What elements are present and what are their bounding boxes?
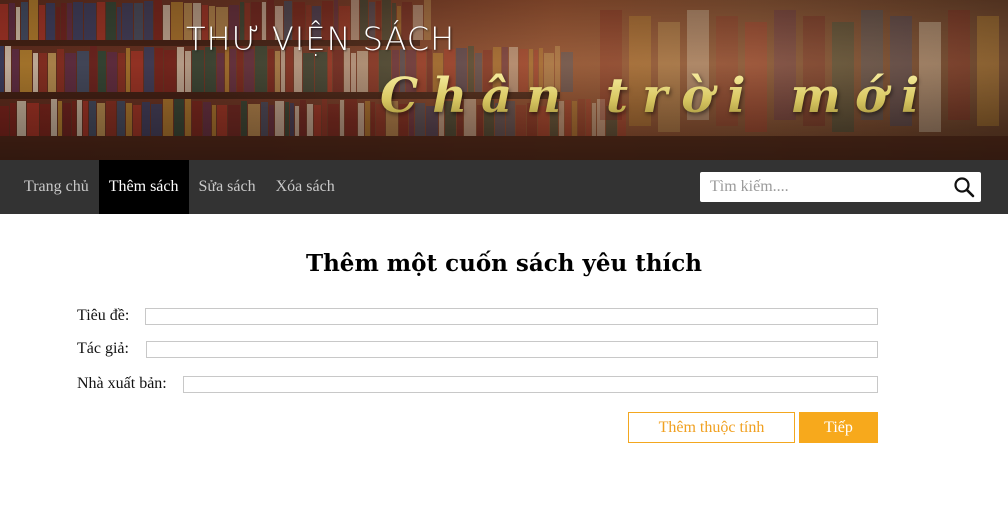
search-icon: [954, 177, 975, 198]
add-attribute-button[interactable]: Thêm thuộc tính: [628, 412, 795, 443]
publisher-label: Nhà xuất bản:: [77, 375, 167, 392]
header-banner: THƯ VIỆN SÁCH Chân trời mới: [0, 0, 1008, 160]
search-input[interactable]: [700, 172, 947, 202]
title-row: Tiêu đề:: [77, 307, 878, 325]
site-slogan: Chân trời mới: [380, 68, 934, 124]
nav-item-edit-book[interactable]: Sửa sách: [189, 160, 266, 214]
next-button[interactable]: Tiếp: [799, 412, 878, 443]
publisher-row: Nhà xuất bản:: [77, 375, 878, 393]
nav-item-add-book[interactable]: Thêm sách: [98, 160, 189, 214]
nav-item-delete-book[interactable]: Xóa sách: [266, 160, 345, 214]
search-box: [700, 172, 981, 202]
add-book-form: Thêm một cuốn sách yêu thích Tiêu đề: Tá…: [0, 214, 1008, 510]
author-row: Tác giả:: [77, 340, 878, 358]
author-label: Tác giả:: [77, 340, 129, 357]
author-field[interactable]: [146, 340, 878, 358]
site-title: THƯ VIỆN SÁCH: [186, 20, 456, 58]
title-field[interactable]: [145, 307, 878, 325]
title-label: Tiêu đề:: [77, 307, 130, 324]
main-navbar: Trang chủ Thêm sách Sửa sách Xóa sách: [0, 160, 1008, 214]
form-title: Thêm một cuốn sách yêu thích: [305, 250, 703, 277]
nav-item-home[interactable]: Trang chủ: [14, 160, 99, 214]
search-button[interactable]: [947, 172, 981, 202]
nav-list: Trang chủ Thêm sách Sửa sách Xóa sách: [0, 160, 345, 214]
publisher-field[interactable]: [183, 375, 878, 393]
